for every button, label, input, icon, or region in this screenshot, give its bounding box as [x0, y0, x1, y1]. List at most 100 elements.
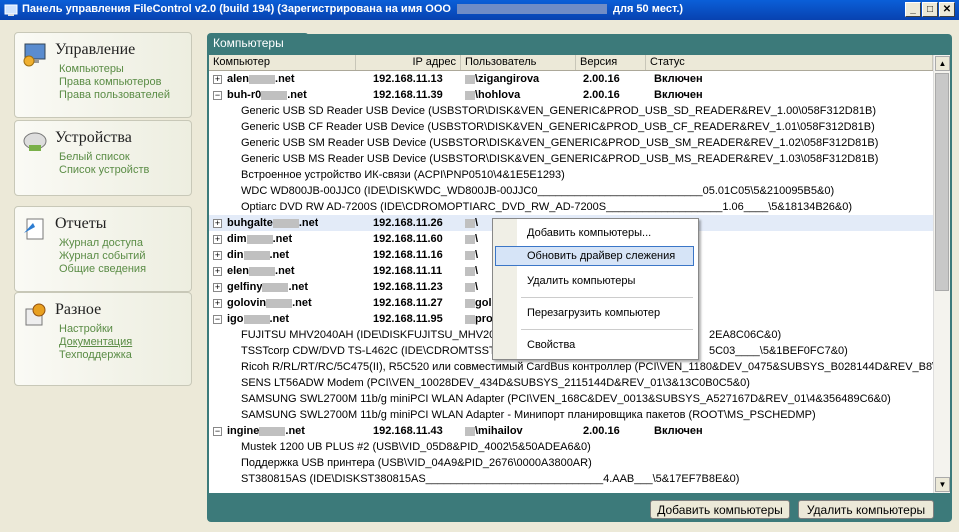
- menu-delete-computers[interactable]: Удалить компьютеры: [527, 275, 635, 287]
- column-computer[interactable]: Компьютер: [209, 55, 356, 70]
- group-title: Отчеты: [55, 215, 107, 232]
- device-row[interactable]: Generic USB MS Reader USB Device (USBSTO…: [209, 151, 933, 167]
- device-name: WDC WD800JB-00JJC0 (IDE\DISKWDC_WD800JB-…: [241, 185, 835, 197]
- device-row[interactable]: Generic USB SD Reader USB Device (USBSTO…: [209, 103, 933, 119]
- monitor-gear-icon: [23, 43, 46, 67]
- expand-toggle-icon[interactable]: +: [213, 251, 222, 260]
- menu-add-computers[interactable]: Добавить компьютеры...: [527, 227, 651, 239]
- link-user-rights[interactable]: Права пользователей: [59, 89, 170, 102]
- computer-name: igo .net: [227, 313, 290, 325]
- group-management: Управление Компьютеры Права компьютеров …: [14, 32, 192, 118]
- link-whitelist[interactable]: Белый список: [59, 151, 149, 164]
- expand-toggle-icon[interactable]: +: [213, 219, 222, 228]
- device-name: Поддержка USB принтера (USB\VID_04A9&PID…: [241, 457, 592, 469]
- maximize-button[interactable]: □: [922, 2, 938, 17]
- device-name: Generic USB SD Reader USB Device (USBSTO…: [241, 105, 876, 117]
- table-row[interactable]: − ingine .net 192.168.11.43 \mihailov 2.00.16…: [209, 423, 933, 439]
- ip-address: 192.168.11.23: [373, 281, 443, 293]
- delete-computers-button[interactable]: Удалить компьютеры: [798, 500, 934, 519]
- device-row[interactable]: Ricoh R/RL/RT/RC/5C475(II), R5C520 или с…: [209, 359, 950, 375]
- device-id-tail: 5C03____\5&1BEF0FC7&0): [709, 345, 848, 357]
- device-row[interactable]: WDC WD800JB-00JJC0 (IDE\DISKWDC_WD800JB-…: [209, 183, 933, 199]
- group-devices: Устройства Белый список Список устройств: [14, 120, 192, 196]
- device-row[interactable]: Mustek 1200 UB PLUS #2 (USB\VID_05D8&PID…: [209, 439, 933, 455]
- tab-computers[interactable]: Компьютеры: [207, 33, 309, 53]
- ip-address: 192.168.11.13: [373, 73, 443, 85]
- table-row[interactable]: − buh-r0 .net 192.168.11.39 \hohlova 2.00.16 В…: [209, 87, 933, 103]
- device-name: ST380815AS (IDE\DISKST380815AS__________…: [241, 473, 740, 485]
- expand-toggle-icon[interactable]: +: [213, 299, 222, 308]
- column-user[interactable]: Пользователь: [461, 55, 576, 70]
- device-row[interactable]: Generic USB CF Reader USB Device (USBSTO…: [209, 119, 933, 135]
- expand-toggle-icon[interactable]: −: [213, 91, 222, 100]
- vertical-scrollbar[interactable]: ▲ ▼: [933, 55, 950, 493]
- device-row[interactable]: Поддержка USB принтера (USB\VID_04A9&PID…: [209, 455, 933, 471]
- link-computer-rights[interactable]: Права компьютеров: [59, 76, 170, 89]
- link-documentation[interactable]: Документация: [59, 336, 132, 349]
- ip-address: 192.168.11.26: [373, 217, 443, 229]
- scroll-up-icon[interactable]: ▲: [935, 56, 950, 71]
- sidebar: Управление Компьютеры Права компьютеров …: [0, 20, 202, 532]
- device-name: Mustek 1200 UB PLUS #2 (USB\VID_05D8&PID…: [241, 441, 591, 453]
- ip-address: 192.168.11.95: [373, 313, 443, 325]
- user-name: \mihailov: [465, 423, 575, 439]
- device-row[interactable]: Встроенное устройство ИК-связи (ACPI\PNP…: [209, 167, 933, 183]
- user-name: \hohlova: [465, 87, 575, 103]
- column-ip[interactable]: IP адрес: [356, 55, 461, 70]
- link-device-list[interactable]: Список устройств: [59, 164, 149, 177]
- column-version[interactable]: Версия: [576, 55, 646, 70]
- column-status[interactable]: Статус: [646, 55, 933, 70]
- device-name: Ricoh R/RL/RT/RC/5C475(II), R5C520 или с…: [241, 361, 950, 373]
- device-name: SAMSUNG SWL2700M 11b/g miniPCI WLAN Adap…: [241, 393, 891, 405]
- computer-name: golovin .net: [227, 297, 312, 309]
- computer-name: elen .net: [227, 265, 295, 277]
- computer-name: gelfiny .net: [227, 281, 309, 293]
- link-overview[interactable]: Общие сведения: [59, 263, 146, 276]
- scroll-down-icon[interactable]: ▼: [935, 477, 950, 492]
- device-name: Generic USB MS Reader USB Device (USBSTO…: [241, 153, 879, 165]
- computer-name: buh-r0 .net: [227, 89, 307, 101]
- device-row[interactable]: ST380815AS (IDE\DISKST380815AS__________…: [209, 471, 933, 487]
- close-button[interactable]: ✕: [939, 2, 955, 17]
- link-event-log[interactable]: Журнал событий: [59, 250, 146, 263]
- menu-update-driver[interactable]: Обновить драйвер слежения: [527, 250, 675, 262]
- context-menu: Добавить компьютеры... Обновить драйвер …: [492, 218, 699, 360]
- computer-name: ingine .net: [227, 425, 305, 437]
- ip-address: 192.168.11.60: [373, 233, 443, 245]
- scroll-thumb[interactable]: [935, 73, 949, 291]
- expand-toggle-icon[interactable]: −: [213, 427, 222, 436]
- device-name: TSSTcorp CDW/DVD TS-L462C (IDE\CDROMTSST…: [241, 345, 513, 357]
- ip-address: 192.168.11.27: [373, 297, 443, 309]
- menu-restart-computer[interactable]: Перезагрузить компьютер: [527, 307, 660, 319]
- device-id-tail: 2EA8C06C&0): [709, 329, 782, 341]
- device-name: Optiarc DVD RW AD-7200S (IDE\CDROMOPTIAR…: [241, 201, 853, 213]
- agent-version: 2.00.16: [583, 73, 620, 85]
- report-icon: [24, 218, 44, 240]
- minimize-button[interactable]: _: [905, 2, 921, 17]
- expand-toggle-icon[interactable]: +: [213, 267, 222, 276]
- menu-properties[interactable]: Свойства: [527, 339, 575, 351]
- device-row[interactable]: Generic USB SM Reader USB Device (USBSTO…: [209, 135, 933, 151]
- ip-address: 192.168.11.43: [373, 425, 443, 437]
- table-row[interactable]: + alen .net 192.168.11.13 \zigangirova 2.00.1…: [209, 71, 933, 87]
- status-text: Включен: [654, 89, 703, 101]
- computer-name: buhgalte .net: [227, 217, 319, 229]
- expand-toggle-icon[interactable]: +: [213, 75, 222, 84]
- group-title: Устройства: [55, 129, 132, 146]
- ip-address: 192.168.11.11: [373, 265, 443, 277]
- device-row[interactable]: Optiarc DVD RW AD-7200S (IDE\CDROMOPTIAR…: [209, 199, 933, 215]
- add-computers-button[interactable]: Добавить компьютеры: [650, 500, 790, 519]
- device-row[interactable]: SAMSUNG SWL2700M 11b/g miniPCI WLAN Adap…: [209, 407, 933, 423]
- link-computers[interactable]: Компьютеры: [59, 63, 170, 76]
- link-access-log[interactable]: Журнал доступа: [59, 237, 146, 250]
- device-row[interactable]: SENS LT56ADW Modem (PCI\VEN_10028DEV_434…: [209, 375, 933, 391]
- device-row[interactable]: SAMSUNG SWL2700M 11b/g miniPCI WLAN Adap…: [209, 391, 933, 407]
- expand-toggle-icon[interactable]: +: [213, 283, 222, 292]
- settings-icon: [25, 303, 46, 326]
- expand-toggle-icon[interactable]: +: [213, 235, 222, 244]
- expand-toggle-icon[interactable]: −: [213, 315, 222, 324]
- device-name: SENS LT56ADW Modem (PCI\VEN_10028DEV_434…: [241, 377, 750, 389]
- link-support[interactable]: Техподдержка: [59, 349, 132, 362]
- computer-name: alen .net: [227, 73, 295, 85]
- link-settings[interactable]: Настройки: [59, 323, 132, 336]
